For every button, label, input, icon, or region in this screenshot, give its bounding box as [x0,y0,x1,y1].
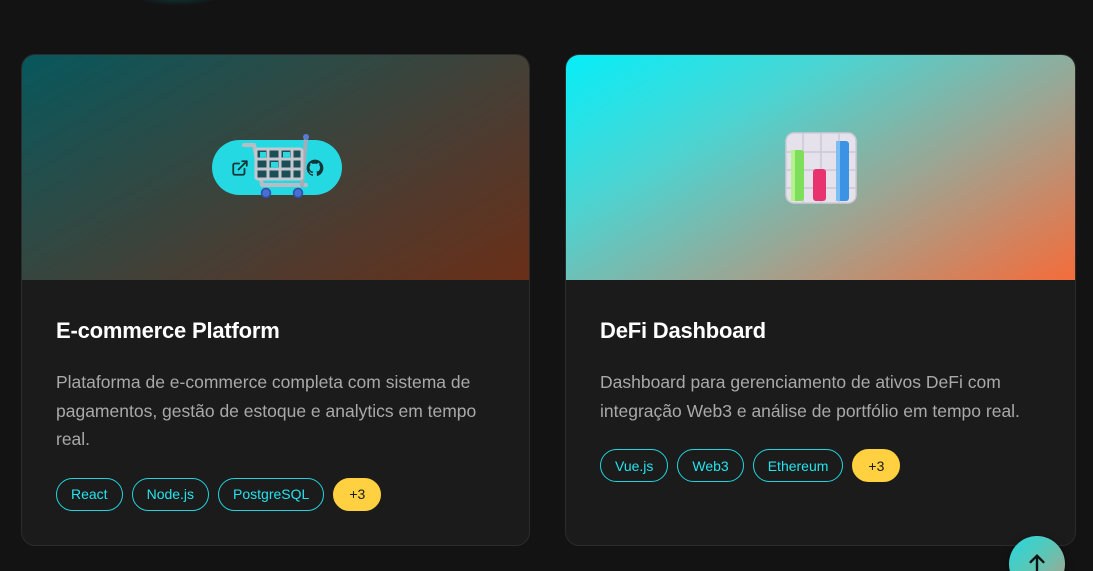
tech-tag: Web3 [677,449,744,482]
page: E-commerce Platform Plataforma de e-comm… [0,0,1093,571]
project-title: E-commerce Platform [56,318,280,343]
project-card-media [566,55,1075,280]
project-title: DeFi Dashboard [600,318,766,343]
more-tags-badge[interactable]: +3 [333,477,382,511]
tech-tags: Vue.js Web3 Ethereum +3 [600,449,1041,482]
tech-tag: PostgreSQL [218,477,325,511]
project-card-ecommerce[interactable]: E-commerce Platform Plataforma de e-comm… [21,54,530,546]
tech-tags: React Node.js PostgreSQL +3 [56,477,495,511]
tech-tag: React [56,477,123,511]
tech-tag: Vue.js [600,449,669,482]
project-card-media [22,55,529,280]
project-card-body: E-commerce Platform Plataforma de e-comm… [22,280,529,511]
project-description: Dashboard para gerenciamento de ativos D… [600,372,1020,421]
project-description: Plataforma de e-commerce completa com si… [56,372,477,449]
top-glow-decoration [130,0,226,6]
tech-tag: Ethereum [752,449,844,482]
arrow-up-icon [1029,554,1045,571]
bar-chart-icon [785,132,857,204]
project-card-defi[interactable]: DeFi Dashboard Dashboard para gerenciame… [565,54,1076,546]
shopping-cart-icon [242,134,309,199]
project-card-body: DeFi Dashboard Dashboard para gerenciame… [566,280,1075,482]
tech-tag: Node.js [131,477,210,511]
more-tags-badge[interactable]: +3 [852,449,901,482]
